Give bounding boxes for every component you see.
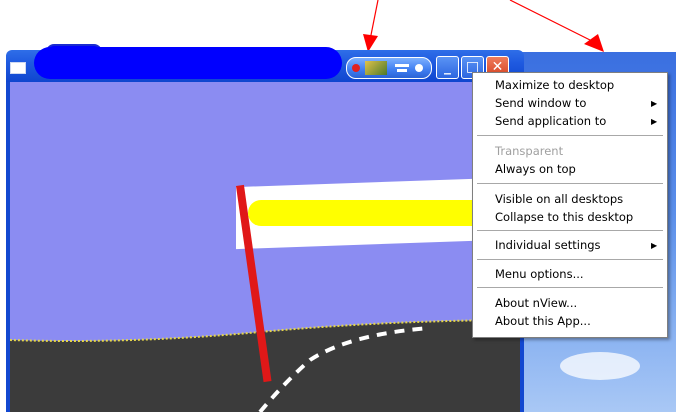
menu-item-transparent: Transparent xyxy=(495,144,564,158)
menu-item-always-on-top[interactable]: Always on top xyxy=(495,162,576,176)
submenu-arrow-icon: ▶ xyxy=(651,241,658,250)
menu-item-about-this-app[interactable]: About this App... xyxy=(495,314,591,328)
banner-text-redacted xyxy=(248,200,498,226)
menu-item-send-window-to[interactable]: Send window to xyxy=(495,96,586,110)
window-title-redacted xyxy=(34,47,342,79)
game-viewport[interactable] xyxy=(6,82,524,412)
window-context-menu: Maximize to desktop Send window to ▶ Sen… xyxy=(472,72,668,338)
menu-item-visible-on-all-desktops[interactable]: Visible on all desktops xyxy=(495,192,623,206)
nview-title-buttons[interactable] xyxy=(346,57,432,79)
submenu-arrow-icon: ▶ xyxy=(651,99,658,108)
menu-item-individual-settings[interactable]: Individual settings xyxy=(495,238,601,252)
menu-separator xyxy=(477,135,663,137)
menu-item-menu-options[interactable]: Menu options... xyxy=(495,267,584,281)
nview-thumbnail-icon[interactable] xyxy=(365,61,387,75)
app-window: _ □ ✕ xyxy=(6,44,524,412)
menu-separator xyxy=(477,287,663,289)
title-bar[interactable]: _ □ ✕ xyxy=(6,44,524,82)
menu-separator xyxy=(477,259,663,261)
nview-stop-icon[interactable] xyxy=(352,64,360,72)
menu-item-collapse-to-this-desktop[interactable]: Collapse to this desktop xyxy=(495,210,633,224)
minimize-button[interactable]: _ xyxy=(436,56,459,79)
window-menu-icon[interactable] xyxy=(10,62,26,74)
menu-separator xyxy=(477,183,663,185)
menu-separator xyxy=(477,230,663,232)
menu-item-send-application-to[interactable]: Send application to xyxy=(495,114,606,128)
menu-item-about-nview[interactable]: About nView... xyxy=(495,296,577,310)
nview-dot-icon[interactable] xyxy=(415,64,423,72)
submenu-arrow-icon: ▶ xyxy=(651,117,658,126)
menu-item-maximize-to-desktop[interactable]: Maximize to desktop xyxy=(495,78,614,92)
minimize-icon: _ xyxy=(444,59,451,75)
